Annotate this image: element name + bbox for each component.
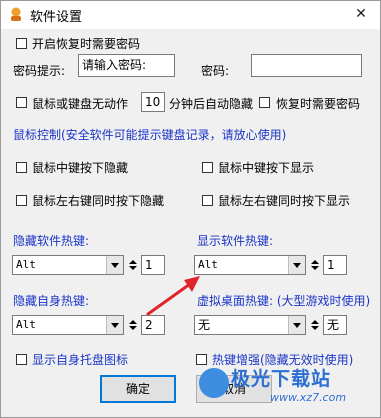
virtual-desktop-key-input[interactable]: 无 [323, 315, 347, 335]
app-icon [8, 6, 24, 22]
hide-modifier-value: Alt [16, 258, 36, 271]
self-hide-modifier-select[interactable]: Alt [12, 315, 124, 335]
chevron-down-icon[interactable] [288, 316, 305, 334]
password-label: 密码: [201, 64, 230, 78]
both-hide-label: 鼠标左右键同时按下隐藏 [32, 194, 165, 208]
hint-label: 密码提示: [13, 64, 66, 78]
idle-suffix-label: 分钟后自动隐藏 [169, 97, 254, 111]
spin-up-icon[interactable] [129, 320, 137, 324]
hide-hotkey-label: 隐藏软件热键: [13, 234, 90, 248]
both-show-checkbox[interactable] [202, 195, 213, 206]
middle-show-label: 鼠标中键按下显示 [218, 161, 315, 175]
watermark-brand: 极光下载站 [231, 368, 332, 390]
both-show-label: 鼠标左右键同时按下显示 [218, 194, 351, 208]
show-modifier-select[interactable]: Alt [194, 255, 306, 275]
watermark-url: www.xz7.com [270, 391, 347, 404]
hide-modifier-select[interactable]: Alt [12, 255, 124, 275]
mouse-control-heading: 鼠标控制(安全软件可能提示键盘记录，请放心使用) [13, 128, 287, 142]
chevron-down-icon[interactable] [288, 256, 305, 274]
spin-down-icon[interactable] [129, 266, 137, 270]
virtual-desktop-hotkey-label: 虚拟桌面热键: (大型游戏时使用) [197, 294, 371, 308]
hint-input[interactable]: 请输入密码: [78, 54, 175, 77]
spin-down-icon[interactable] [311, 266, 319, 270]
restore-password-checkbox[interactable] [259, 97, 270, 108]
idle-hide-label: 鼠标或键盘无动作 [32, 97, 129, 111]
ok-button[interactable]: 确定 [100, 375, 176, 403]
self-hide-spinner-arrows[interactable] [127, 317, 141, 333]
password-on-restore-label: 开启恢复时需要密码 [32, 37, 141, 51]
restore-password-label: 恢复时需要密码 [276, 97, 361, 111]
virtual-desktop-modifier-select[interactable]: 无 [194, 315, 306, 335]
window-title: 软件设置 [30, 10, 83, 25]
spin-down-icon[interactable] [311, 326, 319, 330]
show-spinner-arrows[interactable] [309, 257, 323, 273]
self-hide-hotkey-label: 隐藏自身热键: [13, 294, 90, 308]
spin-down-icon[interactable] [129, 326, 137, 330]
chevron-down-icon[interactable] [106, 316, 123, 334]
middle-show-checkbox[interactable] [202, 162, 213, 173]
spin-up-icon[interactable] [129, 260, 137, 264]
annotation-arrow-icon [146, 276, 200, 316]
close-button[interactable]: ✕ [343, 1, 379, 29]
hotkey-boost-checkbox[interactable] [196, 354, 207, 365]
middle-hide-checkbox[interactable] [16, 162, 27, 173]
show-key-input[interactable]: 1 [323, 255, 347, 275]
self-hide-modifier-value: Alt [16, 318, 36, 331]
virtual-desktop-spinner-arrows[interactable] [309, 317, 323, 333]
both-hide-checkbox[interactable] [16, 195, 27, 206]
idle-hide-checkbox[interactable] [16, 97, 27, 108]
spin-up-icon[interactable] [311, 260, 319, 264]
password-on-restore-checkbox[interactable] [16, 38, 27, 49]
idle-minutes-input[interactable]: 10 [141, 92, 165, 112]
chevron-down-icon[interactable] [106, 256, 123, 274]
middle-hide-label: 鼠标中键按下隐藏 [32, 161, 129, 175]
tray-icon-checkbox[interactable] [16, 354, 27, 365]
show-hotkey-label: 显示软件热键: [197, 234, 274, 248]
password-input[interactable] [251, 54, 362, 77]
spin-up-icon[interactable] [311, 320, 319, 324]
watermark-logo [199, 368, 229, 398]
hide-spinner-arrows[interactable] [127, 257, 141, 273]
tray-icon-label: 显示自身托盘图标 [32, 353, 129, 367]
